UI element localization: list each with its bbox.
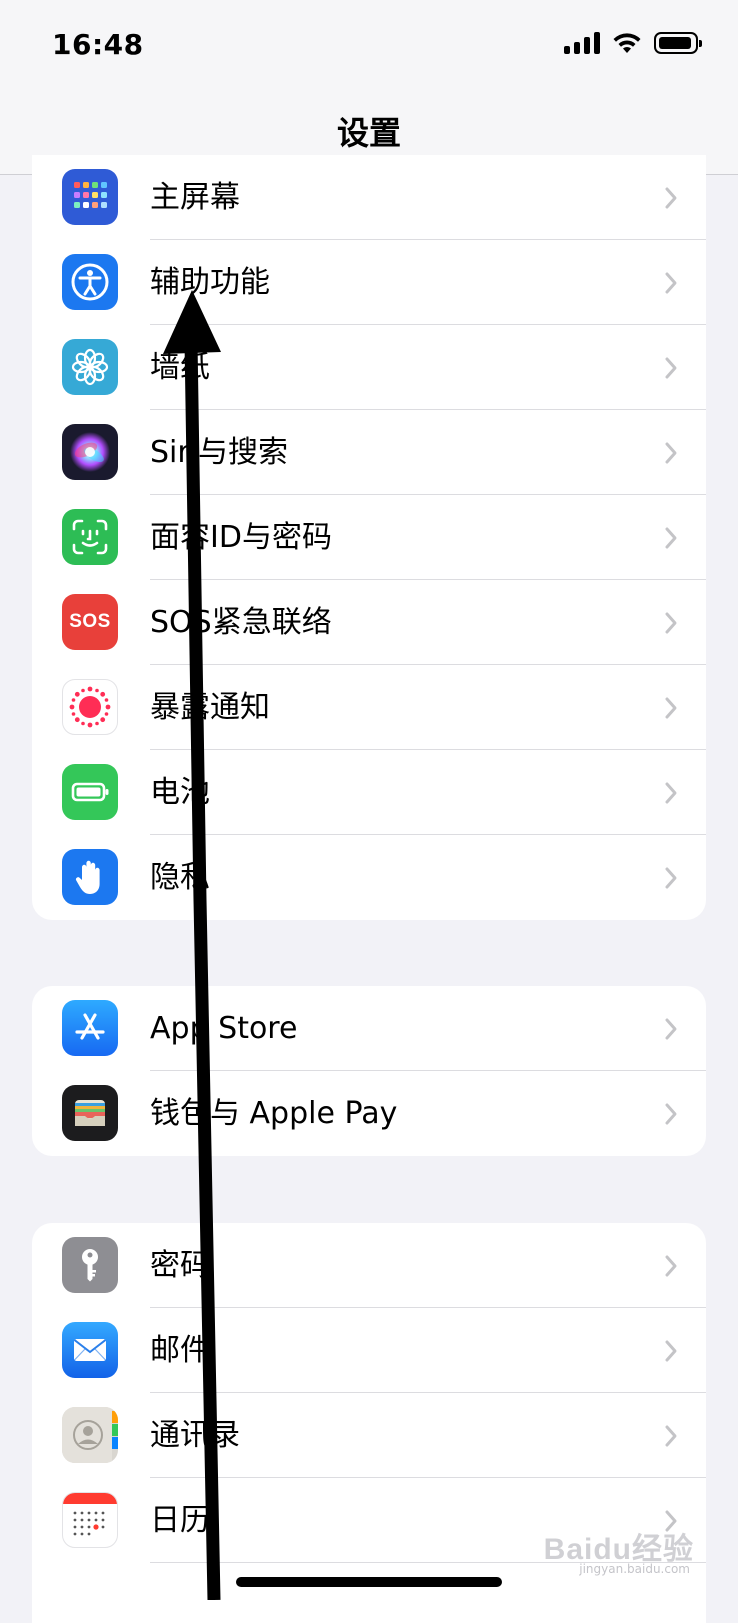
accessibility-icon: [62, 254, 118, 310]
settings-row-label: 主屏幕: [150, 180, 240, 215]
settings-row-battery[interactable]: 电池: [32, 750, 706, 835]
settings-row-label: 通讯录: [150, 1418, 240, 1453]
calendar-icon: [62, 1492, 118, 1548]
cellular-signal-icon: [564, 32, 600, 54]
privacy-hand-icon: [62, 849, 118, 905]
chevron-right-icon: [665, 1103, 677, 1125]
face-id-icon: [62, 509, 118, 565]
settings-row-accessibility[interactable]: 辅助功能: [32, 240, 706, 325]
settings-row-passwords[interactable]: 密码: [32, 1223, 706, 1308]
page-title: 设置: [336, 114, 401, 152]
settings-row-contacts[interactable]: 通讯录: [32, 1393, 706, 1478]
settings-row-label: 暴露通知: [150, 690, 270, 725]
settings-row-label: 电池: [150, 775, 210, 810]
chevron-right-icon: [665, 357, 677, 379]
chevron-right-icon: [665, 1255, 677, 1277]
chevron-right-icon: [665, 1425, 677, 1447]
settings-row-mail[interactable]: 邮件: [32, 1308, 706, 1393]
chevron-right-icon: [665, 272, 677, 294]
chevron-right-icon: [665, 187, 677, 209]
app-store-icon: [62, 1000, 118, 1056]
chevron-right-icon: [665, 1018, 677, 1040]
siri-icon: [62, 424, 118, 480]
chevron-right-icon: [665, 697, 677, 719]
settings-row-label: 隐私: [150, 860, 210, 895]
settings-group-system: 主屏幕 辅助功能 墙纸 Siri与搜索 面容ID与密码 SOS SOS紧急联络 …: [32, 155, 706, 920]
settings-row-wallpaper[interactable]: 墙纸: [32, 325, 706, 410]
home-screen-icon: [62, 169, 118, 225]
contacts-icon: [62, 1407, 118, 1463]
status-time: 16:48: [52, 28, 144, 61]
chevron-right-icon: [665, 442, 677, 464]
settings-row-label: 面容ID与密码: [150, 520, 332, 555]
settings-row-face-id[interactable]: 面容ID与密码: [32, 495, 706, 580]
mail-icon: [62, 1322, 118, 1378]
passwords-key-icon: [62, 1237, 118, 1293]
battery-icon: [62, 764, 118, 820]
settings-row-label: 辅助功能: [150, 265, 270, 300]
settings-row-label: App Store: [150, 1011, 298, 1046]
settings-row-emergency-sos[interactable]: SOS SOS紧急联络: [32, 580, 706, 665]
settings-row-privacy[interactable]: 隐私: [32, 835, 706, 920]
baidu-watermark-url: jingyan.baidu.com: [579, 1562, 690, 1576]
settings-row-label: 邮件: [150, 1333, 210, 1368]
wallet-icon: [62, 1085, 118, 1141]
settings-row-siri[interactable]: Siri与搜索: [32, 410, 706, 495]
settings-row-label: 钱包与 Apple Pay: [150, 1096, 398, 1131]
wifi-icon: [613, 33, 641, 53]
status-icons: [564, 32, 702, 54]
settings-row-label: 墙纸: [150, 350, 210, 385]
settings-row-exposure-notifications[interactable]: 暴露通知: [32, 665, 706, 750]
settings-row-wallet[interactable]: 钱包与 Apple Pay: [32, 1071, 706, 1156]
settings-group-store: App Store 钱包与 Apple Pay: [32, 986, 706, 1156]
settings-row-label: 密码: [150, 1248, 210, 1283]
chevron-right-icon: [665, 782, 677, 804]
wallpaper-flower-icon: [62, 339, 118, 395]
settings-row-label: 日历: [150, 1503, 210, 1538]
chevron-right-icon: [665, 527, 677, 549]
battery-status-icon: [654, 32, 702, 54]
settings-row-label: SOS紧急联络: [150, 605, 332, 640]
settings-row-app-store[interactable]: App Store: [32, 986, 706, 1071]
exposure-notification-icon: [62, 679, 118, 735]
status-bar: 16:48: [0, 0, 738, 90]
chevron-right-icon: [665, 1340, 677, 1362]
chevron-right-icon: [665, 612, 677, 634]
home-indicator[interactable]: [236, 1577, 502, 1587]
settings-row-label: Siri与搜索: [150, 435, 289, 470]
sos-icon: SOS: [62, 594, 118, 650]
chevron-right-icon: [665, 867, 677, 889]
sos-icon-text: SOS: [69, 611, 111, 632]
settings-row-home-screen[interactable]: 主屏幕: [32, 155, 706, 240]
